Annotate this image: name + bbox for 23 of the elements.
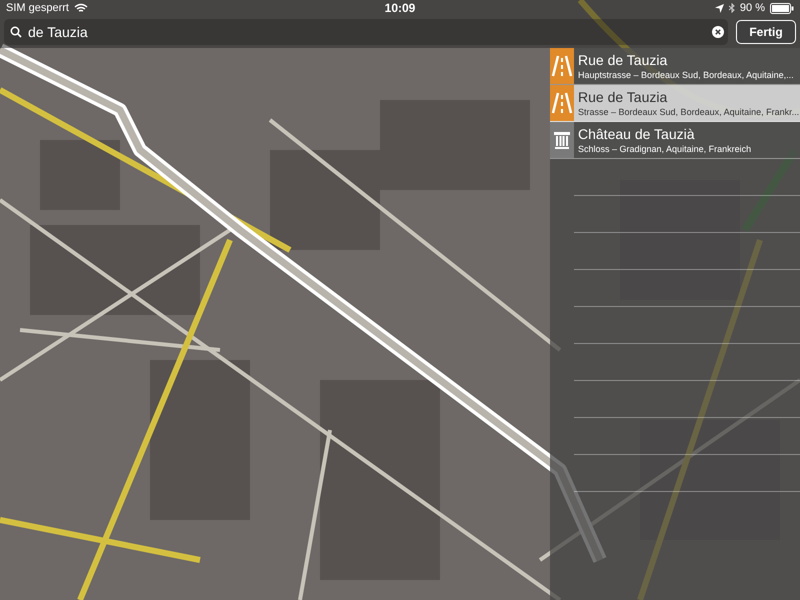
road-icon [551, 92, 573, 114]
clock-time: 10:09 [384, 1, 416, 15]
location-arrow-icon [714, 4, 724, 12]
search-field[interactable]: de Tauzia [4, 19, 728, 45]
battery-icon [770, 2, 794, 14]
bluetooth-icon [728, 3, 735, 13]
carrier-label: SIM gesperrt [6, 2, 69, 14]
battery-percent: 90 % [740, 2, 765, 14]
result-title: Château de Tauzià [578, 126, 696, 142]
wifi-icon [74, 3, 88, 13]
road-icon [551, 55, 573, 77]
result-item[interactable]: Rue de Tauzia Hauptstrasse – Bordeaux Sud, Bordeaux, Aquitaine,... [550, 48, 800, 85]
result-subtitle: Strasse – Bordeaux Sud, Bordeaux, Aquitaine, Frankr... [578, 106, 800, 118]
clear-icon[interactable] [712, 26, 724, 38]
search-icon [10, 26, 22, 38]
result-item[interactable]: Rue de Tauzia Strasse – Bordeaux Sud, Bordeaux, Aquitaine, Frankr... [550, 85, 800, 122]
result-title: Rue de Tauzia [578, 88, 668, 106]
column-icon [553, 130, 571, 150]
result-title: Rue de Tauzia [578, 52, 668, 68]
result-item[interactable]: Château de Tauzià Schloss – Gradignan, Aquitaine, Frankreich [550, 122, 800, 159]
done-button[interactable]: Fertig [736, 20, 796, 44]
result-subtitle: Schloss – Gradignan, Aquitaine, Frankreich [578, 142, 752, 154]
result-subtitle: Hauptstrasse – Bordeaux Sud, Bordeaux, Aquitaine,... [578, 68, 794, 80]
